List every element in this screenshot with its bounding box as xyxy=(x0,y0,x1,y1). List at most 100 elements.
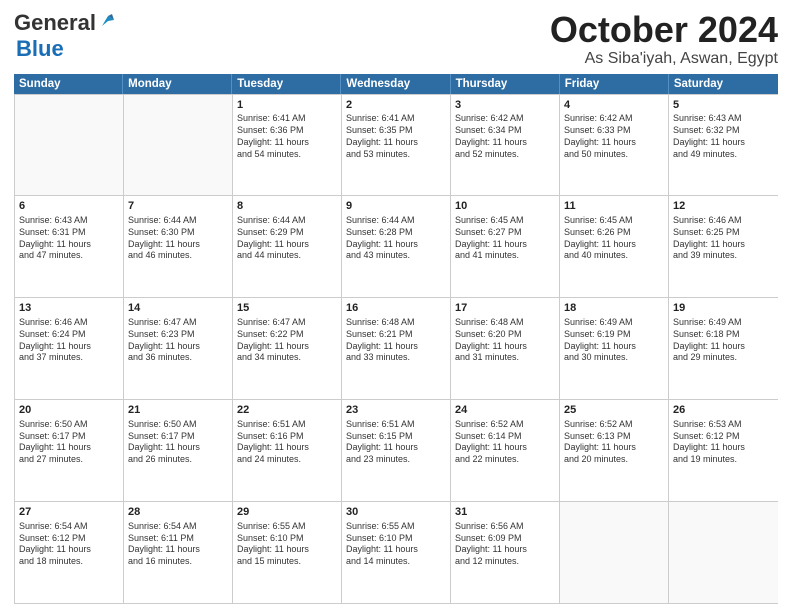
day-info: Sunrise: 6:48 AM Sunset: 6:20 PM Dayligh… xyxy=(455,317,555,364)
day-number: 8 xyxy=(237,199,337,214)
logo-bird-icon xyxy=(98,12,116,30)
day-info: Sunrise: 6:46 AM Sunset: 6:24 PM Dayligh… xyxy=(19,317,119,364)
day-cell-17: 17Sunrise: 6:48 AM Sunset: 6:20 PM Dayli… xyxy=(451,298,560,399)
day-cell-15: 15Sunrise: 6:47 AM Sunset: 6:22 PM Dayli… xyxy=(233,298,342,399)
day-info: Sunrise: 6:49 AM Sunset: 6:18 PM Dayligh… xyxy=(673,317,774,364)
day-info: Sunrise: 6:51 AM Sunset: 6:16 PM Dayligh… xyxy=(237,419,337,466)
day-info: Sunrise: 6:47 AM Sunset: 6:22 PM Dayligh… xyxy=(237,317,337,364)
day-cell-22: 22Sunrise: 6:51 AM Sunset: 6:16 PM Dayli… xyxy=(233,400,342,501)
day-cell-12: 12Sunrise: 6:46 AM Sunset: 6:25 PM Dayli… xyxy=(669,196,778,297)
day-info: Sunrise: 6:42 AM Sunset: 6:33 PM Dayligh… xyxy=(564,113,664,160)
day-number: 1 xyxy=(237,98,337,113)
day-info: Sunrise: 6:52 AM Sunset: 6:14 PM Dayligh… xyxy=(455,419,555,466)
day-cell-29: 29Sunrise: 6:55 AM Sunset: 6:10 PM Dayli… xyxy=(233,502,342,603)
weekday-header-thursday: Thursday xyxy=(451,74,560,94)
day-number: 15 xyxy=(237,301,337,316)
day-number: 25 xyxy=(564,403,664,418)
day-number: 18 xyxy=(564,301,664,316)
day-number: 10 xyxy=(455,199,555,214)
day-number: 4 xyxy=(564,98,664,113)
day-info: Sunrise: 6:43 AM Sunset: 6:31 PM Dayligh… xyxy=(19,215,119,262)
day-info: Sunrise: 6:56 AM Sunset: 6:09 PM Dayligh… xyxy=(455,521,555,568)
day-cell-10: 10Sunrise: 6:45 AM Sunset: 6:27 PM Dayli… xyxy=(451,196,560,297)
day-info: Sunrise: 6:49 AM Sunset: 6:19 PM Dayligh… xyxy=(564,317,664,364)
week-row-1: 1Sunrise: 6:41 AM Sunset: 6:36 PM Daylig… xyxy=(15,95,778,197)
day-info: Sunrise: 6:43 AM Sunset: 6:32 PM Dayligh… xyxy=(673,113,774,160)
header: General Blue October 2024 As Siba'iyah, … xyxy=(14,10,778,68)
day-info: Sunrise: 6:44 AM Sunset: 6:28 PM Dayligh… xyxy=(346,215,446,262)
day-cell-9: 9Sunrise: 6:44 AM Sunset: 6:28 PM Daylig… xyxy=(342,196,451,297)
day-cell-28: 28Sunrise: 6:54 AM Sunset: 6:11 PM Dayli… xyxy=(124,502,233,603)
day-info: Sunrise: 6:44 AM Sunset: 6:30 PM Dayligh… xyxy=(128,215,228,262)
empty-cell xyxy=(124,95,233,196)
day-number: 16 xyxy=(346,301,446,316)
day-number: 19 xyxy=(673,301,774,316)
day-cell-26: 26Sunrise: 6:53 AM Sunset: 6:12 PM Dayli… xyxy=(669,400,778,501)
location-title: As Siba'iyah, Aswan, Egypt xyxy=(550,50,778,68)
calendar: SundayMondayTuesdayWednesdayThursdayFrid… xyxy=(14,74,778,604)
day-info: Sunrise: 6:50 AM Sunset: 6:17 PM Dayligh… xyxy=(19,419,119,466)
day-info: Sunrise: 6:44 AM Sunset: 6:29 PM Dayligh… xyxy=(237,215,337,262)
empty-cell xyxy=(560,502,669,603)
week-row-3: 13Sunrise: 6:46 AM Sunset: 6:24 PM Dayli… xyxy=(15,298,778,400)
logo-blue: Blue xyxy=(16,36,64,61)
day-number: 9 xyxy=(346,199,446,214)
weekday-header-wednesday: Wednesday xyxy=(341,74,450,94)
day-number: 20 xyxy=(19,403,119,418)
weekday-header-sunday: Sunday xyxy=(14,74,123,94)
day-number: 26 xyxy=(673,403,774,418)
empty-cell xyxy=(669,502,778,603)
day-info: Sunrise: 6:41 AM Sunset: 6:36 PM Dayligh… xyxy=(237,113,337,160)
day-info: Sunrise: 6:54 AM Sunset: 6:12 PM Dayligh… xyxy=(19,521,119,568)
day-number: 28 xyxy=(128,505,228,520)
day-cell-16: 16Sunrise: 6:48 AM Sunset: 6:21 PM Dayli… xyxy=(342,298,451,399)
day-cell-7: 7Sunrise: 6:44 AM Sunset: 6:30 PM Daylig… xyxy=(124,196,233,297)
week-row-5: 27Sunrise: 6:54 AM Sunset: 6:12 PM Dayli… xyxy=(15,502,778,604)
week-row-4: 20Sunrise: 6:50 AM Sunset: 6:17 PM Dayli… xyxy=(15,400,778,502)
day-cell-31: 31Sunrise: 6:56 AM Sunset: 6:09 PM Dayli… xyxy=(451,502,560,603)
weekday-header-monday: Monday xyxy=(123,74,232,94)
day-cell-23: 23Sunrise: 6:51 AM Sunset: 6:15 PM Dayli… xyxy=(342,400,451,501)
day-number: 7 xyxy=(128,199,228,214)
day-cell-14: 14Sunrise: 6:47 AM Sunset: 6:23 PM Dayli… xyxy=(124,298,233,399)
day-cell-21: 21Sunrise: 6:50 AM Sunset: 6:17 PM Dayli… xyxy=(124,400,233,501)
day-info: Sunrise: 6:52 AM Sunset: 6:13 PM Dayligh… xyxy=(564,419,664,466)
day-cell-5: 5Sunrise: 6:43 AM Sunset: 6:32 PM Daylig… xyxy=(669,95,778,196)
day-number: 31 xyxy=(455,505,555,520)
day-cell-20: 20Sunrise: 6:50 AM Sunset: 6:17 PM Dayli… xyxy=(15,400,124,501)
day-info: Sunrise: 6:42 AM Sunset: 6:34 PM Dayligh… xyxy=(455,113,555,160)
day-number: 6 xyxy=(19,199,119,214)
day-number: 13 xyxy=(19,301,119,316)
logo-general: General xyxy=(14,10,96,36)
day-cell-30: 30Sunrise: 6:55 AM Sunset: 6:10 PM Dayli… xyxy=(342,502,451,603)
page: General Blue October 2024 As Siba'iyah, … xyxy=(0,0,792,612)
day-number: 24 xyxy=(455,403,555,418)
day-info: Sunrise: 6:51 AM Sunset: 6:15 PM Dayligh… xyxy=(346,419,446,466)
day-cell-1: 1Sunrise: 6:41 AM Sunset: 6:36 PM Daylig… xyxy=(233,95,342,196)
day-cell-3: 3Sunrise: 6:42 AM Sunset: 6:34 PM Daylig… xyxy=(451,95,560,196)
day-cell-2: 2Sunrise: 6:41 AM Sunset: 6:35 PM Daylig… xyxy=(342,95,451,196)
month-title: October 2024 xyxy=(550,10,778,50)
day-info: Sunrise: 6:48 AM Sunset: 6:21 PM Dayligh… xyxy=(346,317,446,364)
day-cell-19: 19Sunrise: 6:49 AM Sunset: 6:18 PM Dayli… xyxy=(669,298,778,399)
day-info: Sunrise: 6:47 AM Sunset: 6:23 PM Dayligh… xyxy=(128,317,228,364)
weekday-header-friday: Friday xyxy=(560,74,669,94)
day-info: Sunrise: 6:45 AM Sunset: 6:26 PM Dayligh… xyxy=(564,215,664,262)
week-row-2: 6Sunrise: 6:43 AM Sunset: 6:31 PM Daylig… xyxy=(15,196,778,298)
day-info: Sunrise: 6:46 AM Sunset: 6:25 PM Dayligh… xyxy=(673,215,774,262)
day-info: Sunrise: 6:55 AM Sunset: 6:10 PM Dayligh… xyxy=(346,521,446,568)
day-info: Sunrise: 6:55 AM Sunset: 6:10 PM Dayligh… xyxy=(237,521,337,568)
logo: General Blue xyxy=(14,10,116,62)
day-number: 21 xyxy=(128,403,228,418)
day-cell-4: 4Sunrise: 6:42 AM Sunset: 6:33 PM Daylig… xyxy=(560,95,669,196)
day-number: 22 xyxy=(237,403,337,418)
calendar-body: 1Sunrise: 6:41 AM Sunset: 6:36 PM Daylig… xyxy=(14,94,778,604)
day-info: Sunrise: 6:45 AM Sunset: 6:27 PM Dayligh… xyxy=(455,215,555,262)
day-info: Sunrise: 6:50 AM Sunset: 6:17 PM Dayligh… xyxy=(128,419,228,466)
day-info: Sunrise: 6:53 AM Sunset: 6:12 PM Dayligh… xyxy=(673,419,774,466)
weekday-header-saturday: Saturday xyxy=(669,74,778,94)
day-number: 27 xyxy=(19,505,119,520)
day-number: 5 xyxy=(673,98,774,113)
day-number: 14 xyxy=(128,301,228,316)
day-info: Sunrise: 6:41 AM Sunset: 6:35 PM Dayligh… xyxy=(346,113,446,160)
